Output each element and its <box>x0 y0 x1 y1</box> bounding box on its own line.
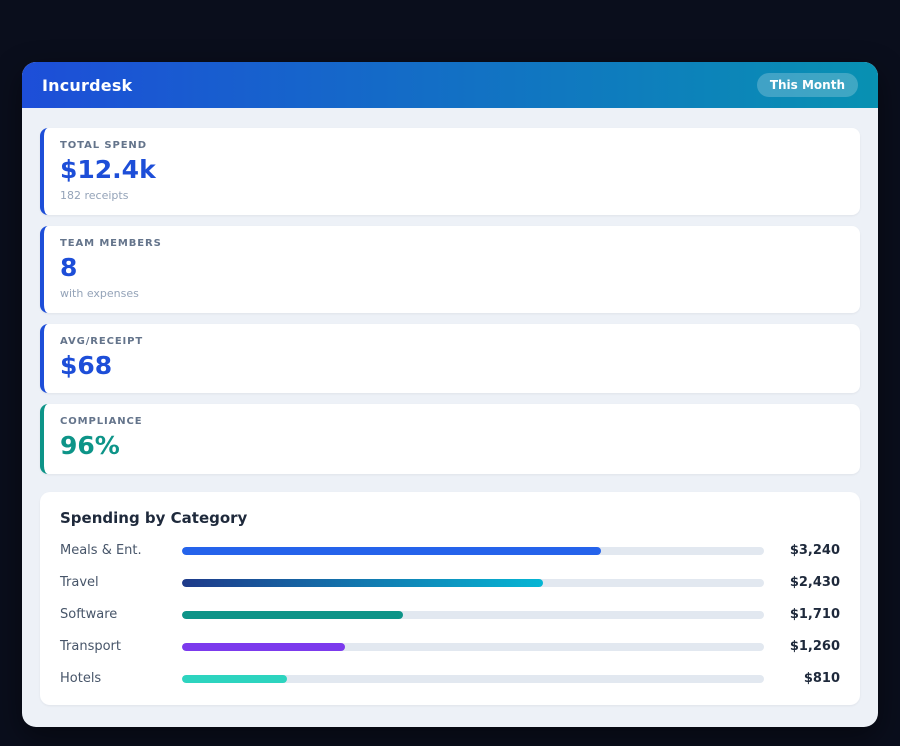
bar-fill <box>182 547 601 555</box>
bar-fill <box>182 579 543 587</box>
chart-title: Spending by Category <box>60 509 840 527</box>
category-row-meals: Meals & Ent. $3,240 <box>60 543 840 558</box>
category-value: $2,430 <box>768 575 840 590</box>
category-value: $3,240 <box>768 543 840 558</box>
dashboard-panel: Incurdesk This Month TOTAL SPEND $12.4k … <box>22 62 878 727</box>
category-label: Meals & Ent. <box>60 543 178 558</box>
stat-card-team-members: TEAM MEMBERS 8 with expenses <box>40 226 860 313</box>
category-label: Software <box>60 607 178 622</box>
category-label: Transport <box>60 639 178 654</box>
category-value: $810 <box>768 671 840 686</box>
bar-track <box>182 547 764 555</box>
category-row-software: Software $1,710 <box>60 607 840 622</box>
stat-label: AVG/RECEIPT <box>60 336 844 347</box>
stat-card-total-spend: TOTAL SPEND $12.4k 182 receipts <box>40 128 860 215</box>
category-value: $1,710 <box>768 607 840 622</box>
category-label: Hotels <box>60 671 178 686</box>
stat-card-avg-receipt: AVG/RECEIPT $68 <box>40 324 860 394</box>
spending-by-category-card: Spending by Category Meals & Ent. $3,240… <box>40 492 860 705</box>
app-header: Incurdesk This Month <box>22 62 878 108</box>
stat-label: TEAM MEMBERS <box>60 238 844 249</box>
bar-fill <box>182 611 403 619</box>
stat-subtext: 182 receipts <box>60 189 844 202</box>
bar-track <box>182 675 764 683</box>
stat-value: 96% <box>60 432 844 461</box>
chart-rows: Meals & Ent. $3,240 Travel $2,430 Softwa… <box>60 543 840 686</box>
stat-label: TOTAL SPEND <box>60 140 844 151</box>
bar-fill <box>182 643 345 651</box>
bar-track <box>182 643 764 651</box>
stat-subtext: with expenses <box>60 287 844 300</box>
category-row-travel: Travel $2,430 <box>60 575 840 590</box>
bar-track <box>182 611 764 619</box>
stat-value: 8 <box>60 254 844 283</box>
stat-value: $12.4k <box>60 156 844 185</box>
stat-label: COMPLIANCE <box>60 416 844 427</box>
category-row-hotels: Hotels $810 <box>60 671 840 686</box>
bar-fill <box>182 675 287 683</box>
period-badge[interactable]: This Month <box>757 73 858 97</box>
dashboard-content: TOTAL SPEND $12.4k 182 receipts TEAM MEM… <box>22 108 878 727</box>
bar-track <box>182 579 764 587</box>
category-row-transport: Transport $1,260 <box>60 639 840 654</box>
stat-value: $68 <box>60 352 844 381</box>
app-title: Incurdesk <box>42 76 132 95</box>
category-value: $1,260 <box>768 639 840 654</box>
category-label: Travel <box>60 575 178 590</box>
stat-card-compliance: COMPLIANCE 96% <box>40 404 860 474</box>
